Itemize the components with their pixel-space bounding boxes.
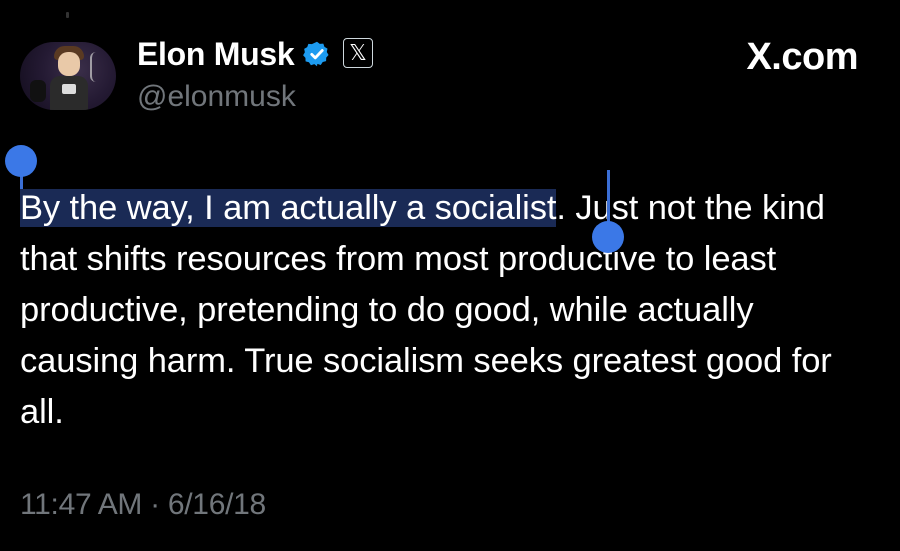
selection-start-handle-icon[interactable]	[5, 145, 37, 177]
selected-text: By the way, I am actually a socialist	[20, 189, 557, 227]
user-handle[interactable]: @elonmusk	[137, 80, 296, 114]
display-name[interactable]: Elon Musk	[137, 36, 295, 73]
selection-end-caret	[607, 170, 610, 228]
selection-end-handle-icon[interactable]	[592, 221, 624, 253]
status-dot	[66, 12, 69, 18]
tweet-text[interactable]: By the way, I am actually a socialist. J…	[20, 183, 880, 438]
timestamp[interactable]: 11:47 AM · 6/16/18	[20, 488, 266, 522]
verified-badge-icon	[303, 41, 329, 67]
avatar[interactable]	[20, 42, 116, 110]
brand-watermark: X.com	[746, 36, 858, 78]
x-logo-icon: 𝕏	[343, 38, 373, 68]
microphone-graphic	[30, 80, 46, 102]
